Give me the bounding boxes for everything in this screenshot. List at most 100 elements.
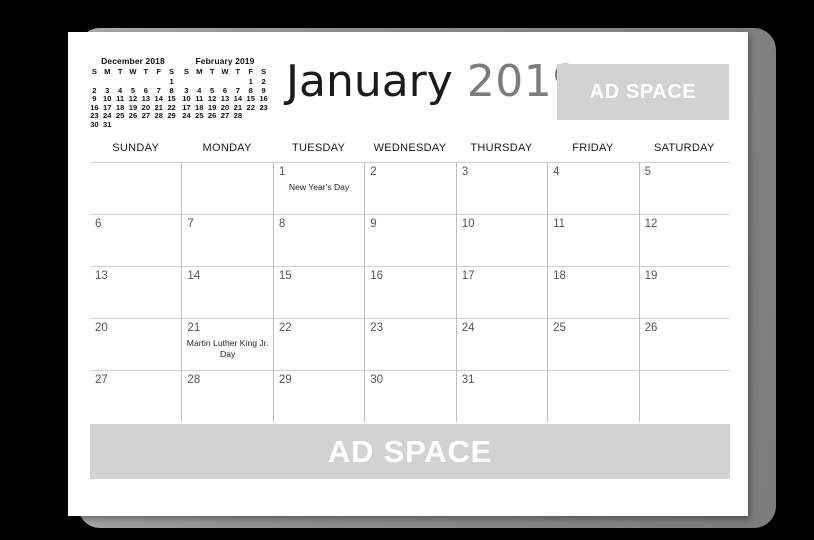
mini-calendar-day: 27 <box>220 111 230 121</box>
month-grid: 1 New Year's Day 2 3 4 5 6 7 8 9 10 11 12 13 14 15 16 17 1… <box>90 162 730 422</box>
day-cell-5[interactable]: 5 <box>638 162 730 214</box>
day-cell-empty[interactable] <box>547 370 639 422</box>
day-cell-30[interactable]: 30 <box>364 370 456 422</box>
day-cell-19[interactable]: 19 <box>638 266 730 318</box>
day-number: 26 <box>644 322 658 334</box>
day-cell-empty[interactable] <box>181 162 273 214</box>
day-cell-16[interactable]: 16 <box>364 266 456 318</box>
day-cell-7[interactable]: 7 <box>181 214 273 266</box>
day-cell-20[interactable]: 20 <box>90 318 182 370</box>
calendar-page: December 2018 SMTWTFS......1234567891011… <box>68 32 748 516</box>
day-cell-26[interactable]: 26 <box>638 318 730 370</box>
mini-calendar-dow-1: M <box>196 67 203 76</box>
mini-calendar-december-grid: SMTWTFS......123456789101112131415161718… <box>88 67 178 130</box>
weekday-header-saturday: SATURDAY <box>653 142 715 154</box>
mini-calendar-dow-1: M <box>104 67 111 76</box>
calendar-header: December 2018 SMTWTFS......1234567891011… <box>68 32 748 132</box>
day-cell-2[interactable]: 2 <box>364 162 456 214</box>
day-cell-4[interactable]: 4 <box>547 162 639 214</box>
day-cell-8[interactable]: 8 <box>272 214 365 266</box>
ad-space-bottom-label: AD SPACE <box>327 433 493 469</box>
mini-calendar-dow-3: W <box>221 67 229 76</box>
mini-calendar-day: 26 <box>128 111 138 121</box>
day-number: 14 <box>187 270 201 282</box>
day-number: 19 <box>644 270 658 282</box>
day-number: 9 <box>370 218 377 230</box>
day-number: 3 <box>461 166 469 178</box>
day-event-label: Martin Luther King Jr. Day <box>186 338 269 359</box>
mini-calendar-february-title: February 2019 <box>195 56 255 66</box>
mini-calendar-dow-0: S <box>91 67 97 76</box>
ad-space-top-label: AD SPACE <box>589 80 697 103</box>
day-number: 29 <box>278 374 292 386</box>
day-number: 16 <box>370 270 384 282</box>
day-cell-31[interactable]: 31 <box>455 370 548 422</box>
day-cell-9[interactable]: 9 <box>364 214 456 266</box>
weekday-header-sunday: SUNDAY <box>112 142 160 154</box>
day-cell-11[interactable]: 11 <box>547 214 639 266</box>
mini-calendar-day: 23 <box>259 102 268 112</box>
mini-calendar-dow-3: W <box>129 67 137 76</box>
mini-calendar-december-title: December 2018 <box>101 56 165 66</box>
day-cell-3[interactable]: 3 <box>455 162 548 214</box>
day-cell-1[interactable]: 1 New Year's Day <box>272 162 365 214</box>
day-cell-10[interactable]: 10 <box>455 214 548 266</box>
weekday-header-wednesday: WEDNESDAY <box>373 142 447 154</box>
day-number: 7 <box>187 218 194 230</box>
mini-calendar-dow-4: T <box>235 67 241 76</box>
weekday-header-monday: MONDAY <box>202 142 252 154</box>
day-number: 27 <box>95 374 108 386</box>
day-cell-23[interactable]: 23 <box>364 318 456 370</box>
day-number: 6 <box>95 218 102 230</box>
day-cell-12[interactable]: 12 <box>638 214 730 266</box>
day-number: 10 <box>461 218 475 230</box>
ad-space-bottom[interactable]: AD SPACE <box>90 424 730 479</box>
mini-calendar-december: December 2018 SMTWTFS......1234567891011… <box>88 56 178 130</box>
mini-calendar-day: 25 <box>195 111 204 121</box>
day-number: 8 <box>278 218 286 230</box>
day-number: 4 <box>553 166 560 178</box>
weekday-header-thursday: THURSDAY <box>470 142 533 154</box>
weekday-header-tuesday: TUESDAY <box>291 142 346 154</box>
ad-space-top[interactable]: AD SPACE <box>557 64 729 120</box>
weekday-header-friday: FRIDAY <box>572 142 614 154</box>
day-number: 23 <box>370 322 384 334</box>
day-cell-13[interactable]: 13 <box>90 266 182 318</box>
day-number: 28 <box>187 374 201 386</box>
day-cell-14[interactable]: 14 <box>181 266 273 318</box>
day-number: 25 <box>553 322 566 334</box>
day-event-label: New Year's Day <box>288 182 350 192</box>
day-number: 5 <box>644 166 651 178</box>
day-number: 18 <box>553 270 566 282</box>
mini-calendar-february: February 2019 SMTWTFS.....12345678910111… <box>180 56 270 121</box>
title-month: January <box>286 56 453 107</box>
day-number: 24 <box>461 322 475 334</box>
day-cell-22[interactable]: 22 <box>272 318 365 370</box>
day-cell-27[interactable]: 27 <box>90 370 182 422</box>
mini-calendar-day: 28 <box>154 111 163 121</box>
day-number: 15 <box>278 270 292 282</box>
day-cell-17[interactable]: 17 <box>455 266 548 318</box>
mini-calendar-day: 25 <box>115 111 125 121</box>
day-cell-empty[interactable] <box>638 370 730 422</box>
day-number: 2 <box>370 166 377 178</box>
day-cell-21[interactable]: 21 Martin Luther King Jr. Day <box>181 318 273 370</box>
day-number: 30 <box>370 374 384 386</box>
day-cell-25[interactable]: 25 <box>547 318 639 370</box>
day-cell-18[interactable]: 18 <box>547 266 639 318</box>
mini-calendar-day: 28 <box>233 111 243 121</box>
mini-calendar-dow-2: T <box>209 67 215 76</box>
mini-calendar-dow-0: S <box>183 67 189 76</box>
mini-calendar-day: 27 <box>141 111 151 121</box>
day-cell-15[interactable]: 15 <box>272 266 365 318</box>
day-cell-24[interactable]: 24 <box>455 318 548 370</box>
day-cell-empty[interactable] <box>90 162 182 214</box>
day-cell-6[interactable]: 6 <box>90 214 182 266</box>
mini-calendar-day: 24 <box>182 111 191 121</box>
day-number: 11 <box>553 218 566 230</box>
mini-calendar-day: 29 <box>167 111 176 121</box>
mini-calendar-dow-2: T <box>117 67 123 76</box>
day-number: 22 <box>278 322 292 334</box>
day-cell-29[interactable]: 29 <box>272 370 365 422</box>
day-cell-28[interactable]: 28 <box>181 370 273 422</box>
